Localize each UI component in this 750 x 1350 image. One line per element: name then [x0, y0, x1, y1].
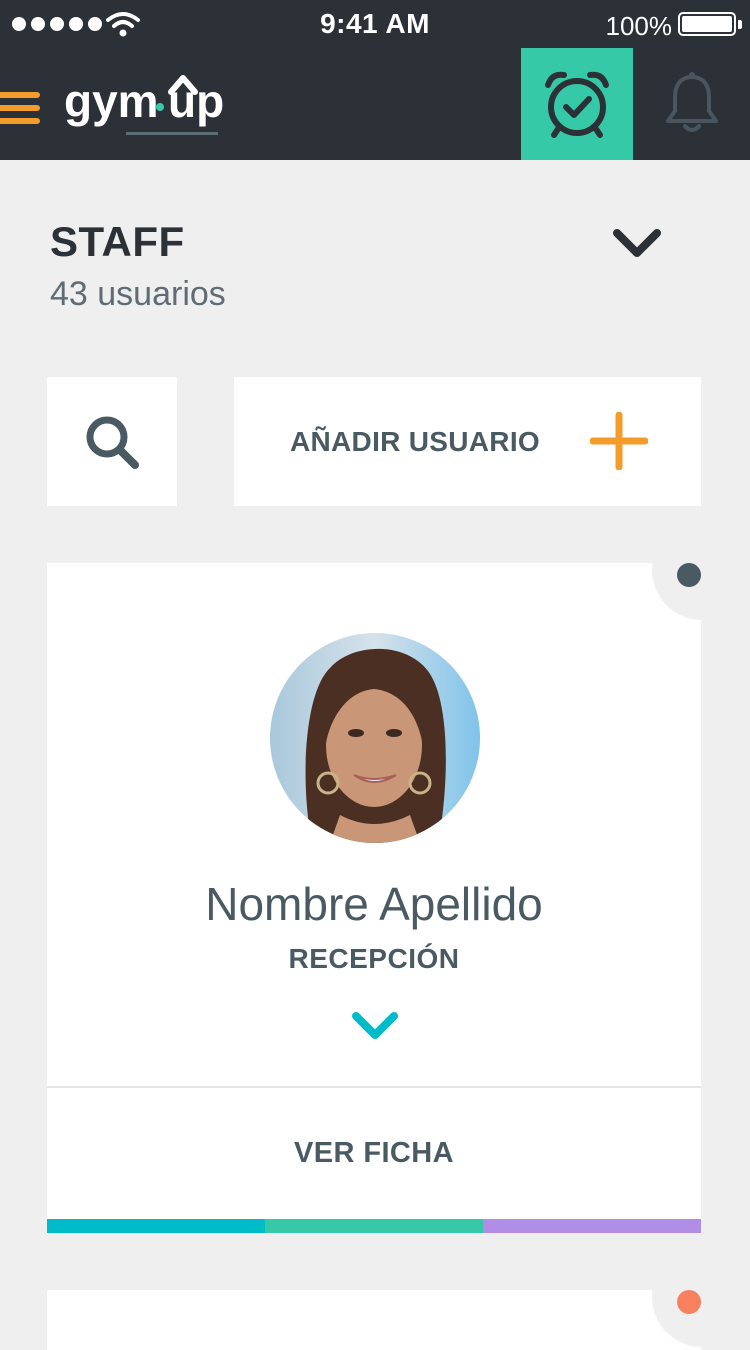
plus-icon: [590, 412, 648, 470]
battery-tip: [738, 20, 742, 29]
page-title: STAFF: [50, 218, 185, 265]
color-bar-segment: [265, 1219, 483, 1233]
chevron-down-icon[interactable]: [350, 1009, 400, 1041]
gym-up-logo: gym up: [64, 75, 224, 135]
color-bar-segment: [483, 1219, 701, 1233]
user-count: 43 usuarios: [50, 275, 226, 313]
battery-percent: 100%: [605, 11, 673, 41]
user-role: RECEPCIÓN: [288, 943, 460, 974]
chevron-down-icon[interactable]: [612, 226, 662, 260]
status-dot: [677, 1290, 701, 1314]
status-bar: 9:41 AM 100%: [0, 0, 750, 48]
bell-icon: [665, 72, 718, 132]
app-header: gym up: [0, 48, 750, 160]
add-user-label: AÑADIR USUARIO: [290, 426, 540, 457]
status-dot: [677, 563, 701, 587]
notifications-button[interactable]: [633, 48, 750, 160]
add-user-button[interactable]: AÑADIR USUARIO: [234, 377, 701, 506]
card-corner-notch: [652, 1247, 750, 1347]
user-card: [47, 1290, 701, 1350]
color-bar-segment: [47, 1219, 265, 1233]
user-name: Nombre Apellido: [205, 878, 543, 930]
search-icon: [86, 416, 139, 469]
user-card: Nombre Apellido RECEPCIÓN VER FICHA: [47, 563, 701, 1233]
alarm-clock-check-icon: [545, 71, 609, 138]
view-file-button[interactable]: VER FICHA: [47, 1088, 701, 1219]
svg-text:gym: gym: [64, 75, 159, 127]
search-button[interactable]: [47, 377, 177, 506]
avatar: [270, 633, 480, 843]
alarm-button[interactable]: [521, 48, 633, 160]
color-bar: [47, 1219, 701, 1233]
battery-icon: [678, 12, 736, 36]
menu-icon[interactable]: [0, 92, 40, 124]
card-corner-notch: [652, 520, 750, 620]
